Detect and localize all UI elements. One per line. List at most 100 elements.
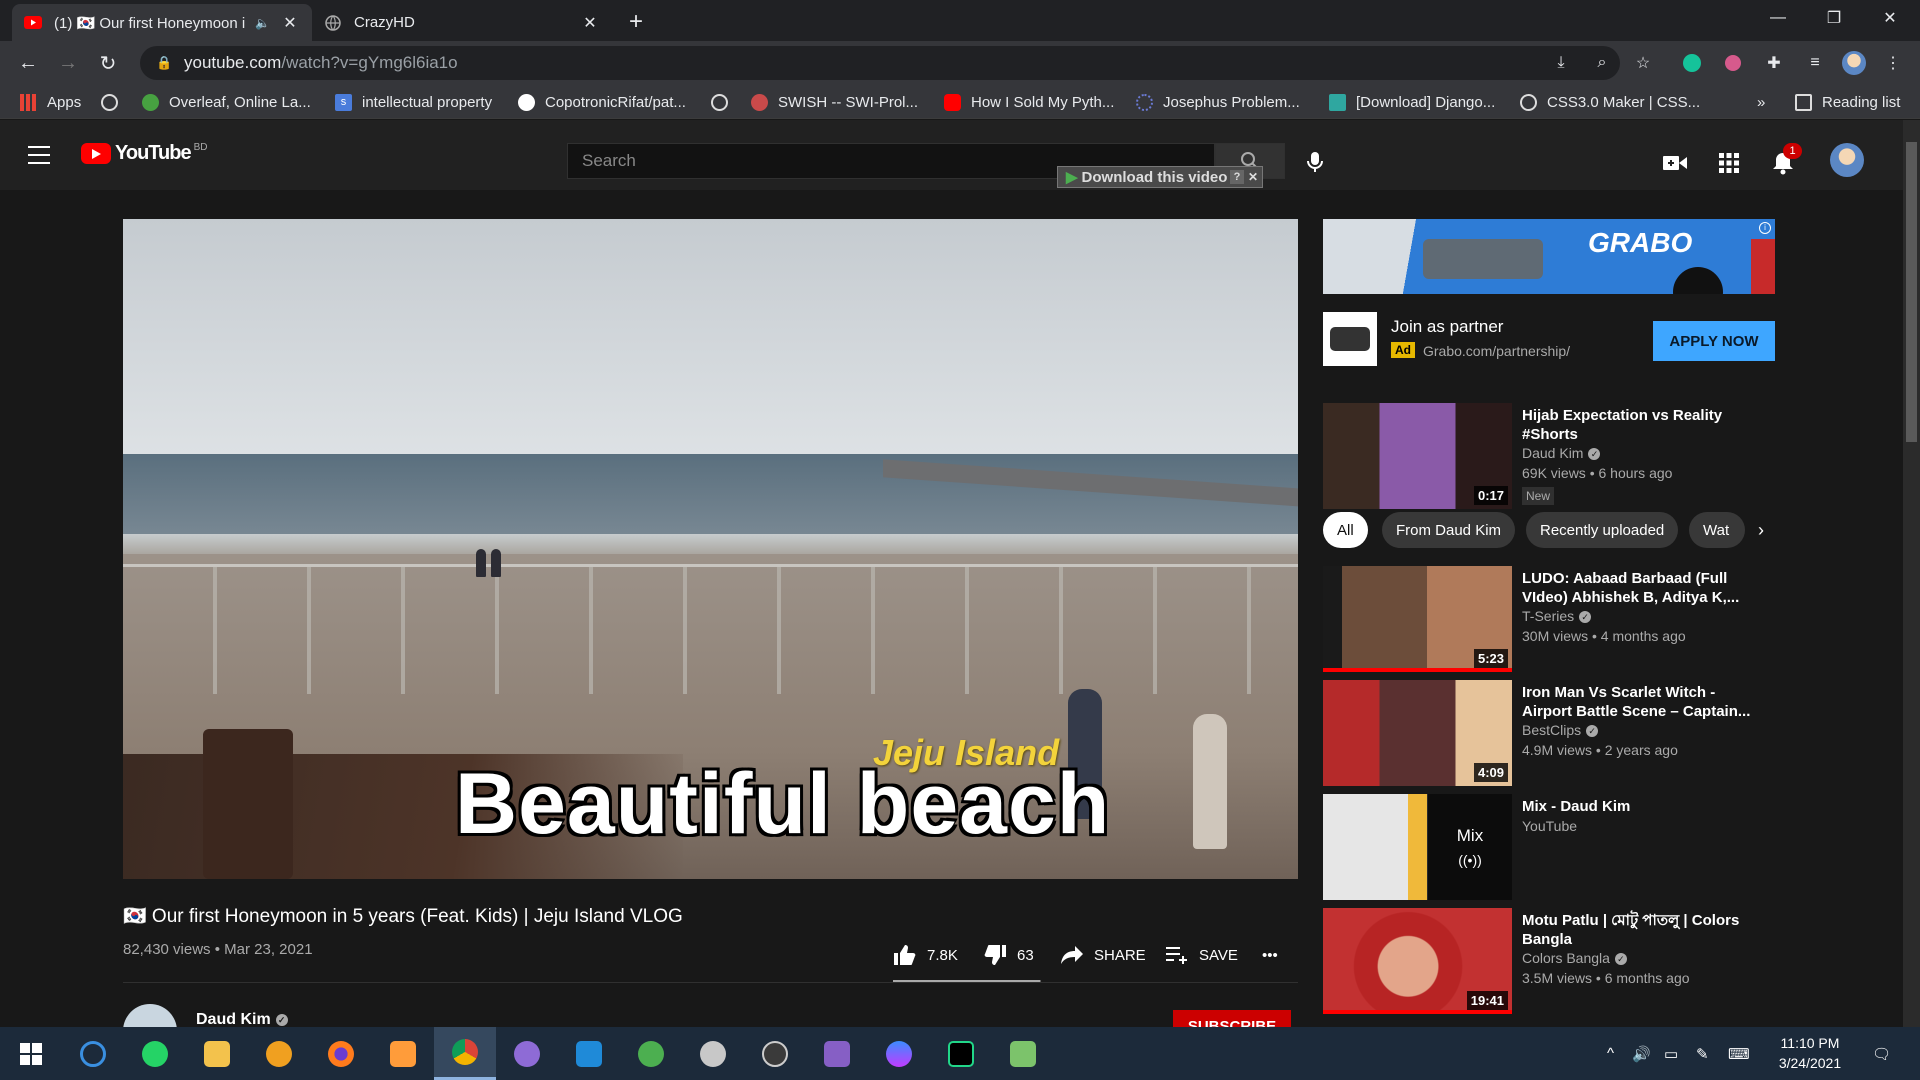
recommended-video[interactable]: Mix ((•)) Mix - Daud Kim YouTube bbox=[1323, 794, 1783, 902]
app-icon[interactable] bbox=[682, 1027, 744, 1080]
recommended-video[interactable]: 4:09 Iron Man Vs Scarlet Witch - Airport… bbox=[1323, 680, 1783, 788]
network-tool-icon[interactable] bbox=[620, 1027, 682, 1080]
tray-overflow-icon[interactable]: ^ bbox=[1607, 1045, 1614, 1062]
minimize-button[interactable]: — bbox=[1750, 0, 1806, 36]
page-scrollbar[interactable] bbox=[1903, 120, 1920, 1027]
apply-now-button[interactable]: APPLY NOW bbox=[1653, 321, 1775, 361]
media-queue-icon[interactable]: ≡ bbox=[1803, 51, 1827, 75]
recommended-video-title[interactable]: Hijab Expectation vs Reality #Shorts bbox=[1522, 406, 1762, 444]
bookmark-josephus[interactable]: Josephus Problem... bbox=[1136, 92, 1300, 112]
account-avatar[interactable] bbox=[1830, 143, 1864, 177]
visual-studio-icon[interactable] bbox=[806, 1027, 868, 1080]
close-icon[interactable]: ✕ bbox=[1248, 170, 1258, 184]
like-button[interactable]: 7.8K bbox=[893, 943, 958, 967]
menu-icon[interactable] bbox=[28, 146, 50, 164]
ad-banner[interactable]: GRABO i bbox=[1323, 219, 1775, 294]
cortana-icon[interactable] bbox=[62, 1027, 124, 1080]
ad-thumbnail[interactable] bbox=[1323, 312, 1377, 366]
download-video-overlay[interactable]: ▶ Download this video ? ✕ bbox=[1057, 166, 1263, 188]
recommended-video[interactable]: 0:17 Hijab Expectation vs Reality #Short… bbox=[1323, 403, 1783, 511]
keyboard-icon[interactable]: ⌨ bbox=[1728, 1045, 1750, 1063]
pen-icon[interactable]: ✎ bbox=[1696, 1045, 1709, 1063]
action-center-icon[interactable]: 🗨 bbox=[1872, 1045, 1891, 1063]
more-actions-button[interactable]: ••• bbox=[1262, 943, 1278, 967]
bookmark-css-maker[interactable]: CSS3.0 Maker | CSS... bbox=[1520, 92, 1700, 112]
help-icon[interactable]: ? bbox=[1229, 170, 1244, 184]
chrome-icon[interactable] bbox=[434, 1027, 496, 1080]
video-thumbnail[interactable]: 19:41 bbox=[1323, 908, 1512, 1014]
back-arrow-icon[interactable]: ← bbox=[14, 49, 42, 77]
apps-grid-icon[interactable] bbox=[1717, 151, 1741, 175]
kebab-menu-icon[interactable]: ⋮ bbox=[1881, 51, 1905, 75]
messenger-icon[interactable] bbox=[868, 1027, 930, 1080]
tab-youtube[interactable]: (1) 🇰🇷 Our first Honeymoon i 🔈 ✕ bbox=[12, 4, 312, 41]
chip-all[interactable]: All bbox=[1323, 512, 1368, 548]
github-desktop-icon[interactable] bbox=[496, 1027, 558, 1080]
video-thumbnail[interactable]: 0:17 bbox=[1323, 403, 1512, 509]
muted-speaker-icon[interactable]: 🔈 bbox=[255, 16, 270, 30]
install-app-icon[interactable]: ⤓ bbox=[1549, 51, 1573, 75]
system-clock[interactable]: 11:10 PM 3/24/2021 bbox=[1765, 1033, 1855, 1073]
bookmark-intellectual-property[interactable]: s intellectual property bbox=[335, 92, 492, 112]
reading-list-button[interactable]: Reading list bbox=[1795, 92, 1900, 112]
bookmark-apps[interactable]: Apps bbox=[20, 92, 81, 112]
spreadsheet-icon[interactable] bbox=[992, 1027, 1054, 1080]
windows-start-icon[interactable] bbox=[0, 1027, 62, 1080]
profile-avatar[interactable] bbox=[1842, 51, 1866, 75]
bookmark-star-icon[interactable]: ☆ bbox=[1631, 51, 1655, 75]
video-player[interactable]: Jeju Island Beautiful beach bbox=[123, 219, 1298, 879]
close-tab-icon[interactable]: ✕ bbox=[280, 13, 300, 33]
youtube-logo[interactable]: YouTube BD bbox=[81, 142, 207, 165]
recommended-video-title[interactable]: Iron Man Vs Scarlet Witch - Airport Batt… bbox=[1522, 683, 1762, 721]
close-window-button[interactable]: ✕ bbox=[1862, 0, 1918, 36]
chevron-right-icon[interactable]: › bbox=[1749, 518, 1773, 542]
mix-thumbnail[interactable]: Mix ((•)) bbox=[1323, 794, 1512, 900]
whatsapp-icon[interactable] bbox=[124, 1027, 186, 1080]
ad-info-icon[interactable]: i bbox=[1759, 222, 1771, 234]
bookmarks-overflow-button[interactable]: » bbox=[1757, 92, 1765, 112]
sublime-icon[interactable] bbox=[372, 1027, 434, 1080]
bookmark-overleaf[interactable]: Overleaf, Online La... bbox=[142, 92, 311, 112]
recommended-video-title[interactable]: Mix - Daud Kim bbox=[1522, 797, 1762, 816]
zoom-icon[interactable]: ⌕ bbox=[1590, 51, 1614, 75]
chip-watched[interactable]: Wat bbox=[1689, 512, 1745, 548]
recommended-video[interactable]: 19:41 Motu Patlu | মোটু পাতলু | Colors B… bbox=[1323, 908, 1783, 1016]
extension-icon[interactable] bbox=[1721, 51, 1745, 75]
bookmark-django[interactable]: [Download] Django... bbox=[1329, 92, 1495, 112]
file-explorer-icon[interactable] bbox=[186, 1027, 248, 1080]
video-thumbnail[interactable]: 5:23 bbox=[1323, 566, 1512, 672]
ad-title[interactable]: Join as partner bbox=[1391, 317, 1503, 337]
close-tab-icon[interactable]: ✕ bbox=[580, 13, 600, 33]
vpn-shield-icon[interactable] bbox=[248, 1027, 310, 1080]
bookmark-globe[interactable] bbox=[101, 92, 128, 112]
recommended-video[interactable]: 5:23 LUDO: Aabaad Barbaad (Full VIdeo) A… bbox=[1323, 566, 1783, 674]
save-button[interactable]: SAVE bbox=[1165, 943, 1238, 967]
reload-icon[interactable]: ↻ bbox=[94, 49, 122, 77]
vscode-icon[interactable] bbox=[558, 1027, 620, 1080]
create-video-icon[interactable] bbox=[1663, 151, 1687, 175]
chip-from-channel[interactable]: From Daud Kim bbox=[1382, 512, 1516, 548]
speaker-icon[interactable]: 🔊 bbox=[1632, 1045, 1651, 1063]
recommended-video-title[interactable]: Motu Patlu | মোটু পাতলু | Colors Bangla bbox=[1522, 911, 1762, 949]
microphone-icon[interactable] bbox=[1303, 150, 1327, 174]
chip-recently-uploaded[interactable]: Recently uploaded bbox=[1526, 512, 1679, 548]
grammarly-extension-icon[interactable] bbox=[1680, 51, 1704, 75]
scrollbar-thumb[interactable] bbox=[1906, 142, 1917, 442]
video-thumbnail[interactable]: 4:09 bbox=[1323, 680, 1512, 786]
network-icon[interactable]: ▭ bbox=[1664, 1045, 1678, 1063]
satellite-app-icon[interactable] bbox=[744, 1027, 806, 1080]
bookmark-swish[interactable]: SWISH -- SWI-Prol... bbox=[751, 92, 918, 112]
forward-arrow-icon[interactable]: → bbox=[54, 49, 82, 77]
share-button[interactable]: SHARE bbox=[1060, 943, 1146, 967]
address-bar[interactable]: 🔒 youtube.com/watch?v=gYmg6l6ia1o bbox=[140, 46, 1620, 80]
bookmark-github[interactable]: CopotronicRifat/pat... bbox=[518, 92, 686, 112]
bookmark-globe-2[interactable] bbox=[711, 92, 738, 112]
bookmark-youtube[interactable]: How I Sold My Pyth... bbox=[944, 92, 1114, 112]
recommended-video-title[interactable]: LUDO: Aabaad Barbaad (Full VIdeo) Abhish… bbox=[1522, 569, 1762, 607]
firefox-icon[interactable] bbox=[310, 1027, 372, 1080]
new-tab-button[interactable]: + bbox=[622, 8, 650, 36]
restore-button[interactable]: ❐ bbox=[1806, 0, 1862, 36]
dislike-button[interactable]: 63 bbox=[983, 943, 1034, 967]
tab-crazyhd[interactable]: CrazyHD ✕ bbox=[312, 4, 612, 41]
pycharm-icon[interactable] bbox=[930, 1027, 992, 1080]
